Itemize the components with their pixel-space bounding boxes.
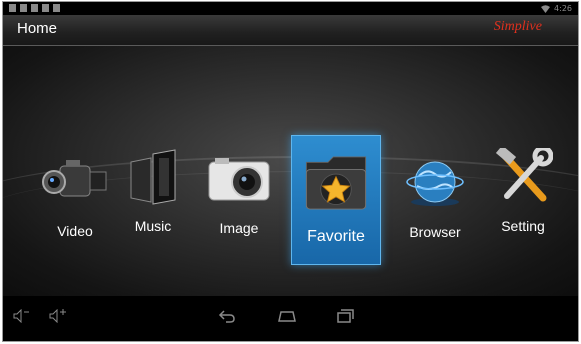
- back-icon[interactable]: [218, 309, 236, 323]
- menu-item-label: Music: [134, 218, 172, 234]
- menu-item-video[interactable]: Video: [35, 151, 115, 239]
- menu-item-setting[interactable]: Setting: [483, 146, 563, 234]
- usb-icon: [9, 4, 16, 12]
- menu-item-browser[interactable]: Browser: [395, 152, 475, 240]
- navigation-bar: [3, 296, 578, 341]
- volume-up-icon[interactable]: [49, 309, 69, 323]
- speakers-icon: [118, 146, 188, 208]
- volume-down-icon[interactable]: [13, 309, 31, 323]
- recent-apps-icon[interactable]: [336, 309, 354, 323]
- video-camera-icon: [40, 151, 110, 213]
- notification-icons: [9, 4, 60, 12]
- home-icon[interactable]: [276, 309, 298, 323]
- status-right: 4:26: [541, 2, 572, 15]
- home-menu: Video Music Image Favorite Browser Setti…: [3, 46, 578, 298]
- brand-logo: Simplive: [493, 19, 542, 34]
- menu-item-label: Image: [219, 220, 259, 236]
- tools-icon: [488, 146, 558, 208]
- clock: 4:26: [554, 4, 572, 13]
- menu-item-label: Browser: [409, 224, 461, 240]
- star-folder-icon: [301, 148, 371, 218]
- menu-item-image[interactable]: Image: [199, 148, 279, 236]
- image-notification-icon: [20, 4, 27, 12]
- wifi-icon: [541, 4, 551, 13]
- globe-icon: [400, 152, 470, 214]
- download-icon: [42, 4, 49, 12]
- menu-item-music[interactable]: Music: [113, 146, 193, 234]
- menu-item-label: Favorite: [307, 228, 365, 245]
- menu-item-favorite[interactable]: Favorite: [291, 135, 381, 265]
- app-header: Home Simplive: [3, 15, 578, 46]
- menu-item-label: Video: [57, 223, 93, 239]
- camera-icon: [204, 148, 274, 210]
- screen-frame: 4:26 Home Simplive Video Music Image Fav…: [2, 1, 579, 342]
- menu-item-label: Setting: [501, 218, 545, 234]
- page-title: Home: [17, 20, 58, 37]
- status-bar: 4:26: [3, 2, 578, 15]
- sd-card-icon: [53, 4, 60, 12]
- download-icon: [31, 4, 38, 12]
